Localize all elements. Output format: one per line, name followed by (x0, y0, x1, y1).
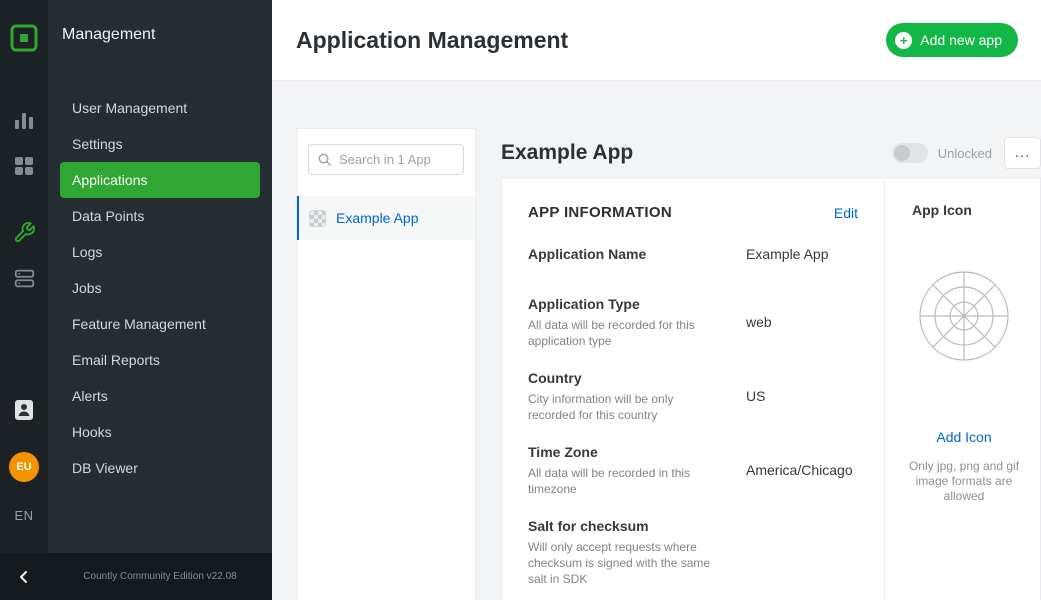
field-label: Salt for checksum (528, 517, 718, 535)
main-header: Application Management + Add new app (272, 0, 1041, 81)
dashboards-nav-icon[interactable] (0, 156, 48, 176)
sidebar: Management User ManagementSettingsApplic… (48, 0, 272, 600)
add-new-app-button[interactable]: + Add new app (886, 23, 1018, 57)
sidebar-title: Management (48, 0, 272, 44)
app-info-head: APP INFORMATION Edit (528, 204, 858, 221)
server-icon (14, 268, 35, 289)
lock-state-label: Unlocked (938, 146, 992, 161)
countly-logo-icon (9, 22, 39, 54)
app-item-label: Example App (336, 210, 419, 226)
user-badge-icon (14, 399, 34, 421)
data-manager-nav-icon[interactable] (0, 268, 48, 289)
add-icon-link[interactable]: Add Icon (936, 429, 991, 445)
app-detail-title: Example App (501, 141, 633, 165)
lock-toggle-knob (894, 145, 910, 161)
countly-logo[interactable] (0, 22, 48, 54)
field-label: Application Type (528, 295, 718, 313)
app-detail-header: Example App Unlocked ... (501, 128, 1041, 178)
field-description: Will only accept requests where checksum… (528, 539, 718, 587)
wrench-icon (13, 221, 36, 244)
field-row-time-zone: Time Zone All data will be recorded in th… (528, 443, 858, 497)
icon-format-hint: Only jpg, png and gif image formats are … (903, 459, 1025, 504)
assistant-nav-icon[interactable] (0, 399, 48, 421)
app-info-fields: Application Name Example App Application T… (528, 245, 858, 587)
app-search (308, 144, 464, 175)
search-icon (317, 152, 332, 172)
page-title: Application Management (296, 27, 568, 54)
user-avatar[interactable]: EU (9, 452, 39, 482)
add-new-app-label: Add new app (920, 32, 1002, 48)
sidebar-item-db-viewer[interactable]: DB Viewer (60, 450, 260, 486)
content-area: Example App Example App Unlocked ... APP… (272, 81, 1041, 600)
sidebar-item-data-points[interactable]: Data Points (60, 198, 260, 234)
field-description: All data will be recorded for this appli… (528, 317, 718, 349)
field-description: City information will be only recorded f… (528, 391, 718, 423)
sidebar-item-settings[interactable]: Settings (60, 126, 260, 162)
app-icon-panel: App Icon Add Icon Only jpg, png and gif (884, 178, 1041, 600)
sidebar-item-email-reports[interactable]: Email Reports (60, 342, 260, 378)
icon-rail: EU EN (0, 0, 48, 600)
app-list: Example App (297, 196, 475, 240)
sidebar-item-user-management[interactable]: User Management (60, 90, 260, 126)
field-row-salt-for-checksum: Salt for checksum Will only accept reques… (528, 517, 858, 587)
field-label: Time Zone (528, 443, 718, 461)
app-detail: Example App Unlocked ... APP INFORMATION… (501, 128, 1041, 600)
section-title: APP INFORMATION (528, 204, 672, 221)
language-selector[interactable]: EN (0, 508, 48, 523)
field-value: US (746, 388, 765, 404)
field-value: America/Chicago (746, 462, 853, 478)
globe-wireframe-icon (918, 270, 1010, 362)
field-label: Application Name (528, 245, 718, 263)
sidebar-footer: Countly Community Edition v22.08 (0, 553, 272, 600)
chevron-left-icon (16, 569, 32, 585)
plus-icon: + (895, 32, 912, 49)
grid-icon (14, 156, 34, 176)
field-value: web (746, 314, 772, 330)
collapse-sidebar-button[interactable] (0, 569, 48, 585)
sidebar-menu: User ManagementSettingsApplicationsData … (48, 90, 272, 486)
sidebar-item-applications[interactable]: Applications (60, 162, 260, 198)
app-list-panel: Example App (296, 128, 476, 600)
field-row-application-name: Application Name Example App (528, 245, 858, 263)
sidebar-item-feature-management[interactable]: Feature Management (60, 306, 260, 342)
lock-control: Unlocked (892, 143, 992, 163)
sidebar-item-alerts[interactable]: Alerts (60, 378, 260, 414)
field-label: Country (528, 369, 718, 387)
app-list-item[interactable]: Example App (297, 196, 475, 240)
management-nav-icon[interactable] (0, 221, 48, 244)
field-row-application-type: Application Type All data will be recorde… (528, 295, 858, 349)
field-row-country: Country City information will be only rec… (528, 369, 858, 423)
sidebar-item-logs[interactable]: Logs (60, 234, 260, 270)
field-value: Example App (746, 246, 829, 262)
app-icon-title: App Icon (912, 202, 972, 218)
app-info-card: APP INFORMATION Edit Application Name Exa… (501, 177, 1041, 600)
app-thumbnail-icon (309, 210, 326, 227)
bar-chart-icon (13, 110, 35, 132)
field-description: All data will be recorded in this timezo… (528, 465, 718, 497)
analytics-nav-icon[interactable] (0, 110, 48, 132)
lock-toggle[interactable] (892, 143, 928, 163)
version-label: Countly Community Edition v22.08 (48, 571, 272, 582)
app-info-main: APP INFORMATION Edit Application Name Exa… (502, 178, 884, 600)
sidebar-item-jobs[interactable]: Jobs (60, 270, 260, 306)
more-options-button[interactable]: ... (1004, 137, 1041, 169)
sidebar-item-hooks[interactable]: Hooks (60, 414, 260, 450)
app-icon-placeholder (918, 270, 1010, 367)
edit-link[interactable]: Edit (834, 205, 858, 221)
